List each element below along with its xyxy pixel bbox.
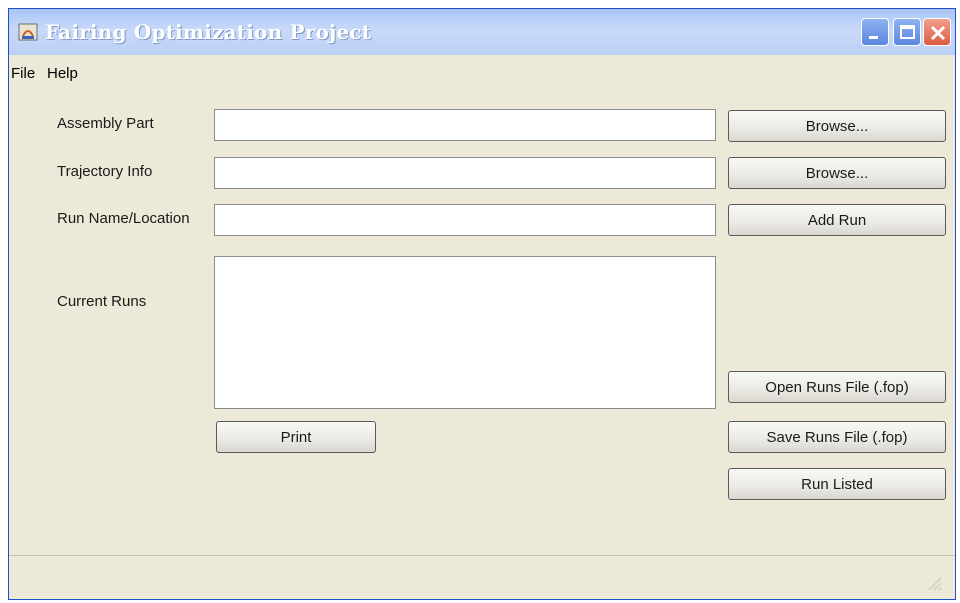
close-button[interactable] <box>923 18 951 46</box>
print-button[interactable]: Print <box>216 421 376 453</box>
print-label: Print <box>280 428 312 446</box>
menu-bar: File Help <box>9 61 955 85</box>
menu-help[interactable]: Help <box>47 65 78 82</box>
save-runs-file-label: Save Runs File (.fop) <box>766 428 908 446</box>
app-window: Fairing Optimization Project File Help A… <box>8 8 956 600</box>
add-run-label: Add Run <box>807 211 867 229</box>
current-runs-list[interactable] <box>214 256 716 409</box>
open-runs-file-label: Open Runs File (.fop) <box>765 378 909 396</box>
trajectory-info-input[interactable] <box>214 157 716 189</box>
run-listed-label: Run Listed <box>801 475 873 493</box>
run-name-input[interactable] <box>214 204 716 236</box>
run-listed-button[interactable]: Run Listed <box>728 468 946 500</box>
assembly-part-label: Assembly Part <box>57 115 154 132</box>
trajectory-info-label: Trajectory Info <box>57 163 153 180</box>
assembly-part-input[interactable] <box>214 109 716 141</box>
menu-file[interactable]: File <box>11 65 35 82</box>
java-app-icon <box>17 21 39 43</box>
maximize-button[interactable] <box>893 18 921 46</box>
assembly-browse-button[interactable]: Browse... <box>728 110 946 142</box>
assembly-browse-label: Browse... <box>805 117 869 135</box>
current-runs-label: Current Runs <box>57 293 147 310</box>
status-bar <box>9 555 955 600</box>
trajectory-browse-button[interactable]: Browse... <box>728 157 946 189</box>
resize-grip-icon[interactable] <box>925 574 945 594</box>
save-runs-file-button[interactable]: Save Runs File (.fop) <box>728 421 946 453</box>
trajectory-browse-label: Browse... <box>805 164 869 182</box>
window-title: Fairing Optimization Project <box>45 20 372 44</box>
add-run-button[interactable]: Add Run <box>728 204 946 236</box>
open-runs-file-button[interactable]: Open Runs File (.fop) <box>728 371 946 403</box>
title-bar[interactable]: Fairing Optimization Project <box>9 9 955 55</box>
minimize-button[interactable] <box>861 18 889 46</box>
run-name-label: Run Name/Location <box>57 210 190 227</box>
